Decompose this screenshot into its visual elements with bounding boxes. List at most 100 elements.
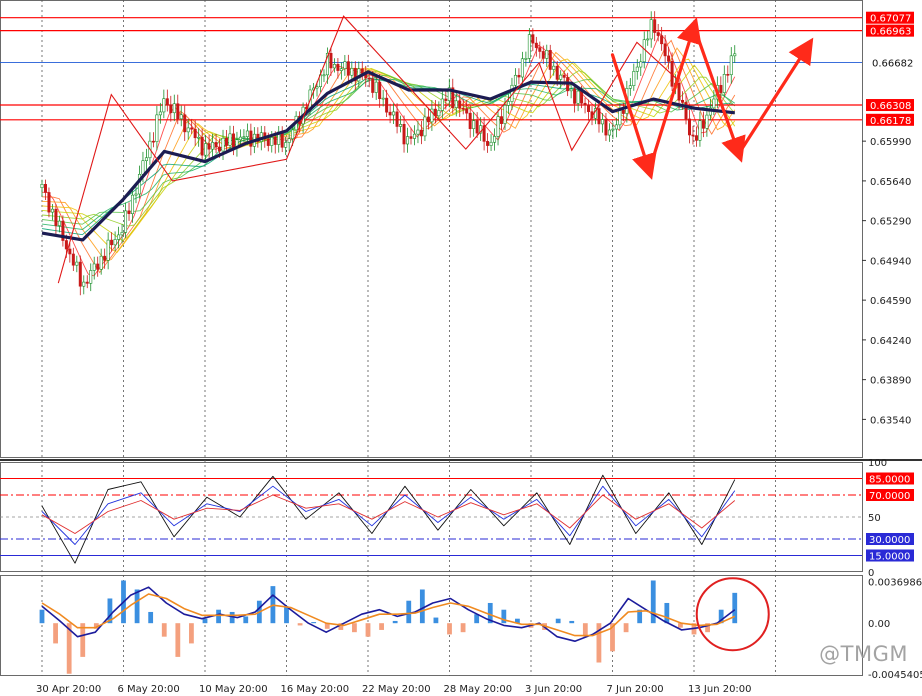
candle-body xyxy=(475,120,479,134)
candle-body xyxy=(68,248,72,255)
candle-body xyxy=(280,131,284,148)
candle-body xyxy=(412,133,416,139)
candle-body xyxy=(378,81,382,99)
histogram-bar xyxy=(582,623,588,637)
ribbon-line xyxy=(41,61,736,242)
histogram-bar xyxy=(501,609,507,624)
histogram-bar xyxy=(433,617,439,624)
candle-body xyxy=(221,137,225,152)
candle-body xyxy=(653,19,657,33)
candle-body xyxy=(663,43,667,57)
y-tick-label: 0.65290 xyxy=(870,217,911,228)
oscillator-levels: 85.0000 70.0000 30.0000 15.0000 xyxy=(0,472,914,563)
level-label: 0.66682 xyxy=(872,59,913,70)
chart-area: 30 Apr 20:00 6 May 20:00 10 May 20:00 16 Ma… xyxy=(0,0,922,696)
candle-body xyxy=(99,255,103,270)
candle-body xyxy=(406,136,410,145)
oscillator-level-label: 15.0000 xyxy=(869,552,910,563)
candle-body xyxy=(489,141,493,146)
candle-body xyxy=(621,110,625,114)
oscillator-level-label: 30.0000 xyxy=(869,535,910,546)
watermark: @TMGM xyxy=(819,642,908,666)
oscillator-level-label: 70.0000 xyxy=(869,491,910,502)
candle-body xyxy=(371,78,375,93)
x-tick-label: 30 Apr 20:00 xyxy=(36,684,101,695)
candle-body xyxy=(54,208,58,226)
candle-body xyxy=(50,208,54,213)
candle-body xyxy=(437,110,441,117)
candle-body xyxy=(531,34,535,44)
candle-body xyxy=(698,120,702,141)
candle-body xyxy=(461,108,465,110)
candle-body xyxy=(214,142,218,148)
candle-body xyxy=(245,130,249,137)
candle-body xyxy=(395,111,399,127)
candle-body xyxy=(193,128,197,139)
candle-body xyxy=(200,136,204,156)
candle-body xyxy=(127,210,131,215)
candle-body xyxy=(242,136,246,138)
candle-body xyxy=(691,134,695,137)
candle-body xyxy=(96,263,100,270)
candle-body xyxy=(374,81,378,93)
candle-body xyxy=(144,157,148,162)
candle-body xyxy=(43,184,47,193)
candle-body xyxy=(134,193,138,196)
candle-body xyxy=(124,210,128,233)
candle-body xyxy=(339,68,343,71)
candle-body xyxy=(249,130,253,147)
candle-body xyxy=(120,232,124,236)
candle-body xyxy=(183,114,187,133)
ma-ribbon xyxy=(41,32,736,277)
candle-body xyxy=(225,137,229,146)
level-badge: 0.66963 xyxy=(866,24,914,38)
macd-histogram xyxy=(39,580,738,674)
candle-body xyxy=(332,64,336,69)
candle-body xyxy=(287,138,291,143)
candle-body xyxy=(211,142,215,150)
candle-body xyxy=(238,136,242,141)
candle-body xyxy=(513,74,517,86)
candle-body xyxy=(573,88,577,104)
histogram-bar xyxy=(406,600,412,624)
candle-body xyxy=(110,239,114,246)
candle-body xyxy=(733,53,737,57)
candle-body xyxy=(315,86,319,89)
y-tick-label: 0.64940 xyxy=(870,256,911,267)
candle-body xyxy=(486,141,490,146)
candle-body xyxy=(273,137,277,145)
candle-body xyxy=(113,239,117,246)
candle-body xyxy=(496,116,500,137)
candle-body xyxy=(649,19,653,40)
x-tick-label: 3 Jun 20:00 xyxy=(525,684,582,695)
y-tick-label: 0.64590 xyxy=(870,296,911,307)
histogram-bar xyxy=(352,623,357,633)
candle-body xyxy=(388,111,392,116)
histogram-bar xyxy=(148,611,154,624)
histogram-bar xyxy=(243,616,249,624)
histogram-bar xyxy=(569,620,575,624)
candle-body xyxy=(632,71,636,86)
histogram-bar xyxy=(650,580,656,624)
candle-body xyxy=(40,184,44,189)
level-badge: 0.66682 xyxy=(872,59,913,70)
candle-body xyxy=(493,136,497,143)
candle-body xyxy=(541,51,545,59)
candle-body xyxy=(291,129,295,140)
histogram-bar xyxy=(460,623,466,633)
candle-body xyxy=(500,116,504,124)
candle-body xyxy=(712,98,716,109)
candle-body xyxy=(517,74,521,78)
candle-body xyxy=(580,90,584,104)
candle-body xyxy=(190,127,194,130)
candle-body xyxy=(694,135,698,141)
candle-body xyxy=(82,281,86,287)
histogram-bar xyxy=(664,602,670,624)
candle-body xyxy=(614,124,618,130)
candle-body xyxy=(89,270,93,284)
level-label: 0.66963 xyxy=(870,27,911,38)
candle-body xyxy=(611,128,615,131)
candle-body xyxy=(576,90,580,104)
y-tick-label: 0.63540 xyxy=(870,415,911,426)
price-levels: 0.67077 0.66963 0.66682 0.66308 0.66178 xyxy=(0,11,914,127)
